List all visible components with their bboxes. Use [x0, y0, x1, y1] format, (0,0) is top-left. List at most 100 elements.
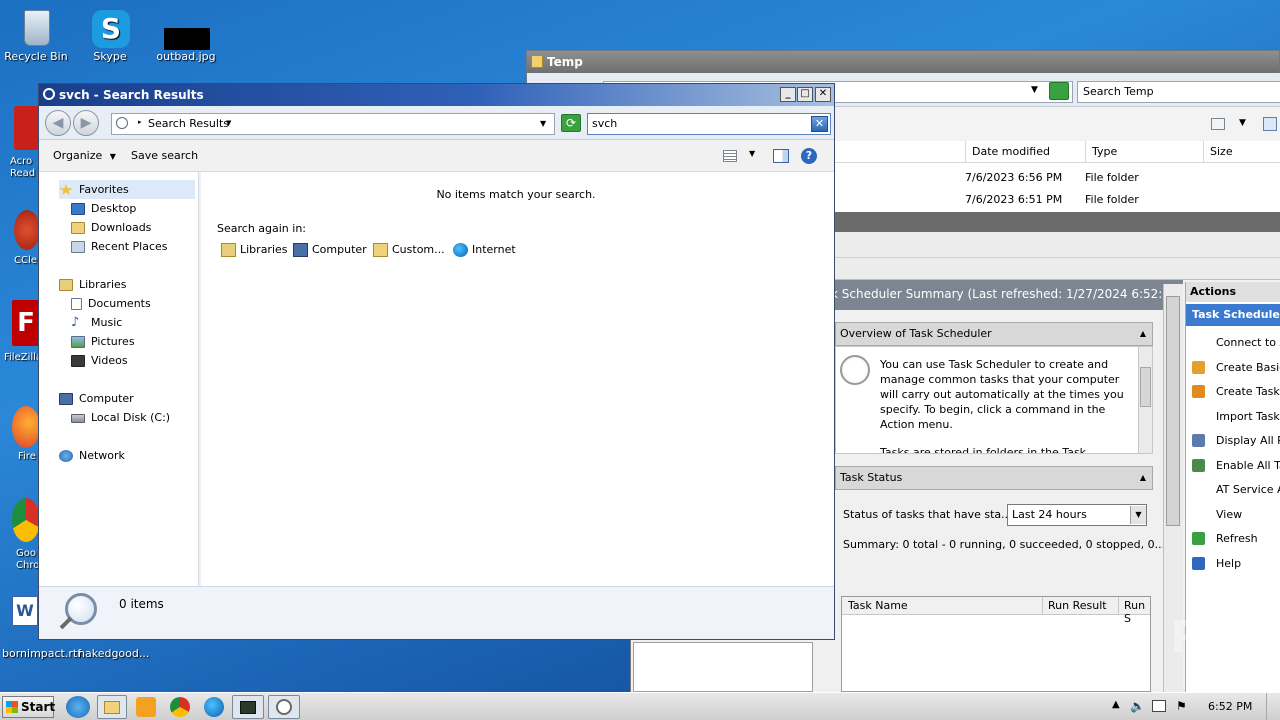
nav-label: Favorites: [79, 183, 129, 196]
temp-search-input[interactable]: Search Temp: [1077, 81, 1280, 103]
change-view-icon[interactable]: [723, 150, 737, 162]
nav-network[interactable]: Network: [59, 446, 125, 465]
chevron-down-icon[interactable]: ▼: [1031, 85, 1038, 95]
refresh-icon[interactable]: [1049, 82, 1069, 100]
view-options-dropdown[interactable]: ▼: [749, 149, 755, 158]
action-item[interactable]: Help: [1186, 555, 1280, 575]
show-desktop-button[interactable]: [1266, 693, 1280, 720]
media-player-icon[interactable]: [136, 697, 156, 717]
desktop-icon-skype[interactable]: S Skype: [74, 8, 146, 63]
nav-desktop[interactable]: Desktop: [71, 199, 136, 218]
desktop-icon-label: Skype: [93, 50, 127, 63]
nav-libraries[interactable]: Libraries: [59, 275, 127, 294]
firefox-icon[interactable]: [12, 406, 40, 448]
action-item[interactable]: Connect to A: [1186, 334, 1280, 354]
desktop-icon-label: Recycle Bin: [4, 50, 68, 63]
console-tree-pane[interactable]: [633, 642, 813, 692]
back-button[interactable]: ◀: [45, 110, 71, 136]
search-input-value: svch: [592, 117, 618, 130]
save-search-button[interactable]: Save search: [131, 149, 198, 162]
disk-drive-icon: [71, 413, 85, 423]
action-item[interactable]: Import Task...: [1186, 408, 1280, 428]
nav-local-disk[interactable]: Local Disk (C:): [71, 408, 170, 427]
column-header-size[interactable]: Size: [1203, 141, 1280, 163]
network-tray-icon[interactable]: [1152, 700, 1166, 712]
action-item[interactable]: Create Basic T: [1186, 359, 1280, 379]
collapse-icon[interactable]: ▲: [1140, 323, 1146, 345]
ie-icon[interactable]: [66, 696, 90, 718]
status-period-select[interactable]: Last 24 hours ▼: [1007, 504, 1147, 526]
overview-scrollbar[interactable]: [1138, 347, 1152, 453]
terminal-taskbar-button[interactable]: [232, 695, 264, 719]
column-header-run-result[interactable]: Run Result: [1048, 599, 1107, 612]
action-center-flag-icon[interactable]: ⚑: [1176, 699, 1187, 713]
ccleaner-icon[interactable]: [14, 210, 40, 250]
address-history-icon[interactable]: ▼: [540, 119, 546, 128]
action-item[interactable]: Enable All Tas: [1186, 457, 1280, 477]
nav-favorites[interactable]: Favorites: [59, 180, 195, 199]
action-item[interactable]: Display All Ru: [1186, 432, 1280, 452]
clock-time[interactable]: 6:52 PM: [1208, 700, 1252, 713]
nav-videos[interactable]: Videos: [71, 351, 128, 370]
chrome-icon[interactable]: [12, 498, 40, 542]
chrome-taskbar-icon[interactable]: [170, 697, 190, 717]
preview-pane-icon[interactable]: [773, 149, 789, 163]
nav-recent-places[interactable]: Recent Places: [71, 237, 168, 256]
collapse-icon[interactable]: ▲: [1140, 467, 1146, 489]
column-header-date[interactable]: Date modified: [965, 141, 1085, 163]
desktop-icon-outbad[interactable]: outbad.jpg: [150, 8, 222, 63]
close-button[interactable]: ✕: [815, 87, 831, 102]
preview-pane-icon[interactable]: [1263, 117, 1277, 131]
breadcrumb-arrow-icon[interactable]: ▸: [138, 118, 142, 126]
refresh-icon[interactable]: ⟳: [561, 114, 581, 132]
overview-section-header[interactable]: Overview of Task Scheduler ▲: [835, 322, 1153, 346]
organize-label: Organize: [53, 149, 103, 162]
show-hidden-icons[interactable]: ▲: [1112, 699, 1120, 710]
file-row[interactable]: 7/6/2023 6:51 PM File folder: [835, 191, 1280, 209]
action-item[interactable]: View: [1186, 506, 1280, 526]
nav-music[interactable]: ♪ Music: [71, 313, 122, 332]
search-again-internet[interactable]: Internet: [453, 243, 516, 257]
column-header-task-name[interactable]: Task Name: [848, 599, 908, 612]
breadcrumb-search-results[interactable]: Search Results: [148, 117, 229, 130]
volume-icon[interactable]: 🔈: [1130, 699, 1145, 713]
start-button[interactable]: Start: [2, 696, 55, 718]
column-header-type[interactable]: Type: [1085, 141, 1203, 163]
action-item[interactable]: Create Task...: [1186, 383, 1280, 403]
word-document-icon[interactable]: W: [12, 596, 38, 626]
search-again-custom[interactable]: Custom...: [373, 243, 445, 257]
help-icon[interactable]: ?: [801, 148, 817, 164]
file-row[interactable]: 7/6/2023 6:56 PM File folder: [835, 169, 1280, 187]
nav-label: Local Disk (C:): [91, 411, 171, 424]
clear-search-button[interactable]: ✕: [811, 116, 828, 132]
view-options-icon[interactable]: [1211, 118, 1225, 130]
explorer-taskbar-button[interactable]: [97, 695, 127, 719]
chevron-down-icon[interactable]: ▼: [1130, 506, 1146, 524]
action-item[interactable]: AT Service Ac: [1186, 481, 1280, 501]
navigation-pane: Favorites Desktop Downloads Recent Place…: [39, 172, 199, 586]
search-input[interactable]: svch ✕: [587, 113, 831, 135]
actions-section-header[interactable]: Task Scheduler: [1186, 304, 1280, 326]
action-item[interactable]: Refresh: [1186, 530, 1280, 550]
breadcrumb-dropdown-icon[interactable]: ▼: [226, 119, 231, 127]
forward-button[interactable]: ▶: [73, 110, 99, 136]
network-icon: [59, 450, 73, 462]
search-again-computer[interactable]: Computer: [293, 243, 367, 257]
maximize-button[interactable]: □: [797, 87, 813, 102]
desktop-icon-recycle-bin[interactable]: Recycle Bin: [0, 8, 72, 63]
nav-downloads[interactable]: Downloads: [71, 218, 151, 237]
acrobat-reader-icon[interactable]: [14, 106, 40, 150]
nav-computer[interactable]: Computer: [59, 389, 134, 408]
nav-pictures[interactable]: Pictures: [71, 332, 135, 351]
edge-taskbar-icon[interactable]: [204, 697, 224, 717]
nav-label: Music: [91, 316, 123, 329]
nav-documents[interactable]: Documents: [71, 294, 151, 313]
task-status-section-header[interactable]: Task Status ▲: [835, 466, 1153, 490]
organize-button[interactable]: Organize ▼: [53, 149, 116, 162]
filezilla-icon[interactable]: F: [12, 300, 40, 346]
search-again-libraries[interactable]: Libraries: [221, 243, 288, 257]
minimize-button[interactable]: _: [780, 87, 796, 102]
address-bar[interactable]: ▸ Search Results ▼ ▼: [111, 113, 555, 135]
task-scheduler-taskbar-button[interactable]: [268, 695, 300, 719]
chevron-down-icon[interactable]: ▼: [1239, 118, 1246, 128]
